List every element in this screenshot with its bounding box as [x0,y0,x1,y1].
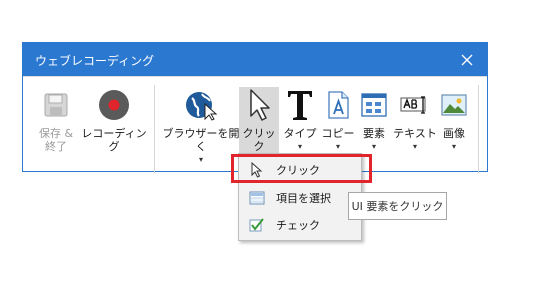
copy-label: コピー [321,127,355,140]
window-title: ウェブレコーディング [35,54,155,68]
close-icon [461,54,473,65]
menu-item-click[interactable]: クリック [241,157,359,183]
menu-item-select-item[interactable]: 項目を選択 [241,185,359,211]
menu-item-label: チェック [276,219,320,232]
title-bar: ウェブレコーディング [23,43,487,76]
type-label: タイプ [283,127,317,140]
chevron-down-icon: ▾ [371,142,376,151]
image-icon [441,94,467,116]
save-exit-button[interactable]: 保存 & 終了 [33,87,79,165]
copy-text-icon [328,91,349,119]
ribbon-separator [478,85,479,173]
cursor-arrow-icon [251,162,263,178]
recording-button[interactable]: レコーディング [79,87,149,165]
text-button[interactable]: テキスト ▾ [393,87,437,165]
chevron-down-icon: ▾ [412,142,417,151]
ribbon-separator [154,85,155,173]
recording-label: レコーディング [81,127,147,153]
list-select-icon [249,191,265,205]
menu-item-label: 項目を選択 [276,192,331,205]
text-ocr-icon [400,96,426,114]
chevron-down-icon: ▾ [297,142,302,151]
click-dropdown-menu: クリック 項目を選択 チェック [238,153,362,241]
text-label: テキスト [393,127,437,140]
tooltip: UI 要素をクリック [348,192,447,220]
globe-cursor-icon [186,92,218,121]
save-exit-label: 保存 & 終了 [38,127,74,153]
close-button[interactable] [447,43,487,76]
text-t-icon [288,91,312,120]
open-browser-button[interactable]: ブラウザーを開く ▾ [161,87,241,165]
chevron-down-icon: ▾ [335,142,340,151]
element-grid-icon [361,93,387,117]
element-label: 要素 [363,127,385,140]
chevron-down-icon: ▾ [451,142,456,151]
open-browser-label: ブラウザーを開く [162,127,240,153]
floppy-disk-icon [44,93,68,117]
menu-item-check[interactable]: チェック [241,212,359,238]
menu-item-label: クリック [276,164,320,177]
record-icon [99,90,129,120]
image-label: 画像 [443,127,465,140]
click-label: クリック [242,127,276,153]
cursor-arrow-icon [250,89,270,121]
image-button[interactable]: 画像 ▾ [437,87,471,165]
checkbox-icon [249,218,264,232]
element-button[interactable]: 要素 ▾ [357,87,391,165]
chevron-down-icon: ▾ [198,155,203,164]
